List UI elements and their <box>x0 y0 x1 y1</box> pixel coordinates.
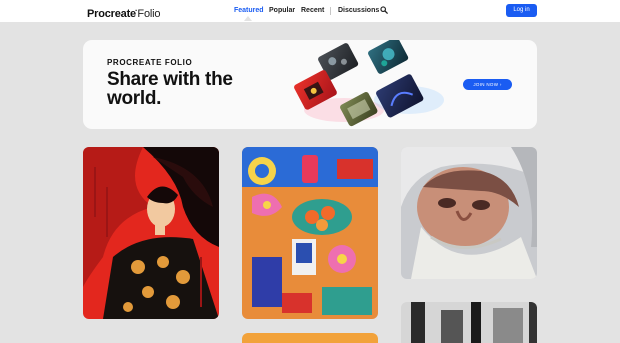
banner-title: Share with the world. <box>107 69 233 109</box>
artwork-image-orange <box>242 333 378 343</box>
logo-folio-text: Folio <box>137 8 161 20</box>
promo-banner: PROCREATE FOLIO Share with the world. JO… <box>83 40 537 129</box>
logo-procreate-text: Procreate <box>87 8 136 20</box>
join-now-button[interactable]: JOIN NOW › <box>463 79 512 90</box>
nav-popular[interactable]: Popular <box>269 6 295 18</box>
nav-discussions[interactable]: Discussions <box>338 6 379 18</box>
procreate-folio-logo[interactable]: Procreate·Folio <box>87 4 160 21</box>
artwork-tile-woman-red[interactable] <box>83 147 219 319</box>
nav-recent[interactable]: Recent <box>301 6 324 18</box>
artwork-image-food-table <box>242 147 378 319</box>
artwork-tile-food-table[interactable] <box>242 147 378 319</box>
join-now-label: JOIN NOW <box>473 82 499 87</box>
artwork-image-woman-red <box>83 147 219 319</box>
card-top-right <box>368 40 409 74</box>
artwork-image-old-man-portrait <box>401 147 537 279</box>
artwork-cards-illustration <box>294 40 444 127</box>
nav-divider <box>330 7 331 15</box>
chevron-right-icon: › <box>499 82 502 87</box>
banner-kicker: PROCREATE FOLIO <box>107 58 193 67</box>
artwork-image-monochrome <box>401 302 537 343</box>
top-navigation-bar: Procreate·Folio Featured Popular Recent … <box>0 0 620 22</box>
login-button[interactable]: Log in <box>506 4 537 17</box>
artwork-tile-orange[interactable] <box>242 333 378 343</box>
search-icon[interactable] <box>380 6 388 14</box>
artwork-tile-old-man-portrait[interactable] <box>401 147 537 279</box>
artwork-tile-monochrome[interactable] <box>401 302 537 343</box>
active-tab-indicator <box>244 16 252 21</box>
